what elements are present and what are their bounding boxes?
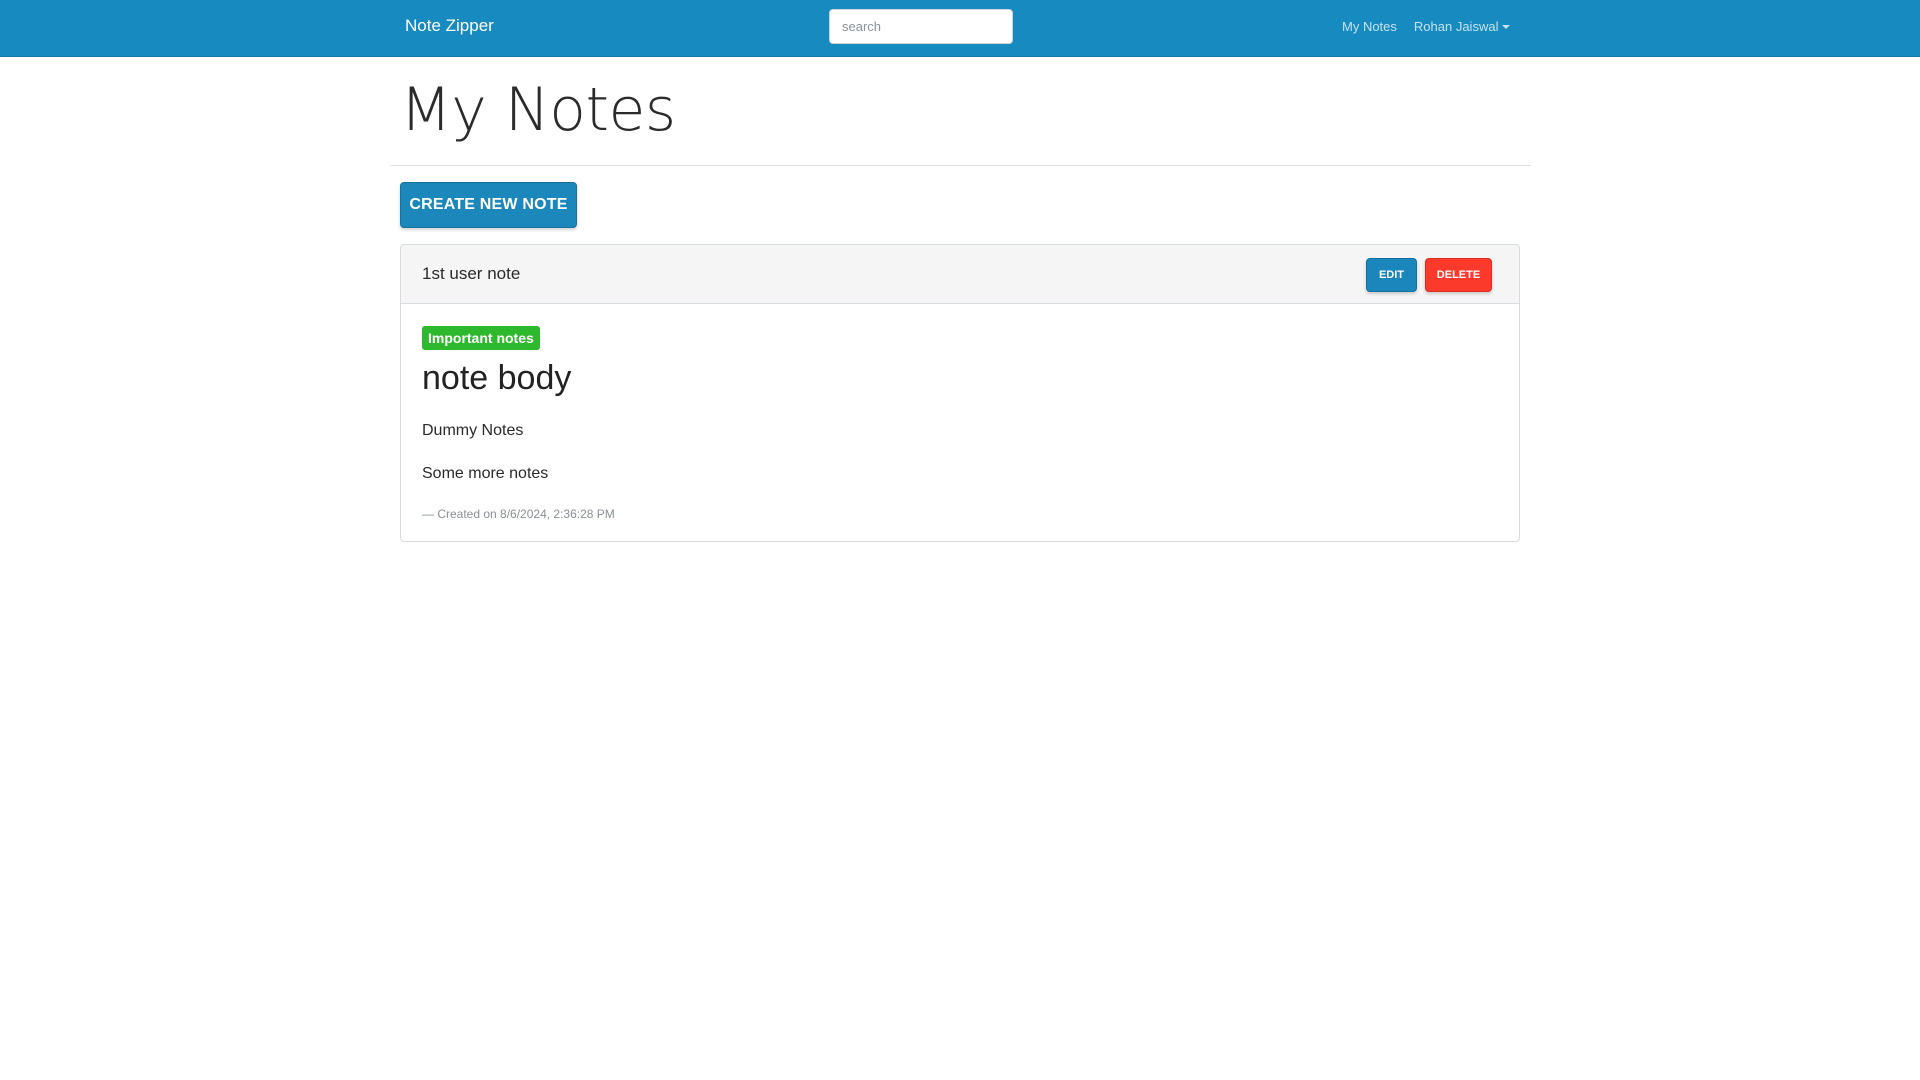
note-card-header[interactable]: 1st user note EDIT DELETE — [401, 245, 1519, 304]
note-line: Some more notes — [422, 465, 549, 482]
note-title: 1st user note — [422, 264, 521, 283]
note-line: Dummy Notes — [422, 422, 524, 439]
user-name-label: Rohan Jaiswal — [1413, 19, 1499, 34]
note-card: 1st user note EDIT DELETE Important note… — [400, 244, 1520, 542]
note-created-date: — Created on 8/6/2024, 2:36:28 PM — [422, 507, 615, 521]
create-note-button[interactable]: CREATE NEW NOTE — [400, 182, 577, 228]
delete-button[interactable]: DELETE — [1425, 258, 1492, 292]
top-navbar: Note Zipper My Notes Rohan Jaiswal — [0, 0, 1920, 57]
note-heading: note body — [422, 359, 572, 397]
search-input[interactable] — [829, 9, 1013, 44]
category-badge: Important notes — [422, 326, 540, 350]
title-divider — [390, 165, 1531, 166]
caret-down-icon — [1502, 24, 1511, 29]
brand-link[interactable]: Note Zipper — [405, 16, 494, 36]
edit-button[interactable]: EDIT — [1366, 258, 1417, 292]
page-title: My Notes — [400, 75, 676, 145]
nav-links: My Notes Rohan Jaiswal — [1342, 19, 1511, 34]
user-dropdown[interactable]: Rohan Jaiswal — [1414, 19, 1511, 34]
my-notes-link[interactable]: My Notes — [1342, 19, 1397, 34]
note-card-body: Important notes note body Dummy Notes So… — [401, 304, 1519, 541]
